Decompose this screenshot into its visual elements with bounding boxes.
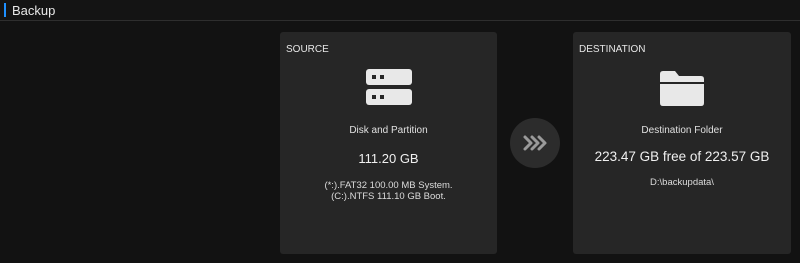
disk-drive-icon [365, 68, 413, 113]
folder-icon [658, 68, 706, 113]
destination-path: D:\backupdata\ [650, 177, 714, 188]
destination-size: 223.47 GB free of 223.57 GB [594, 149, 770, 164]
header-accent-bar [4, 3, 6, 17]
source-details: (*:).FAT32 100.00 MB System. (C:).NTFS 1… [280, 180, 497, 202]
backup-header: Backup [0, 0, 800, 21]
partition-line: (C:).NTFS 111.10 GB Boot. [331, 191, 446, 202]
source-size: 111.20 GB [358, 151, 419, 166]
next-arrow-button [510, 118, 560, 168]
partition-line: (*:).FAT32 100.00 MB System. [324, 180, 453, 191]
triple-chevron-right-icon [523, 135, 547, 151]
destination-card[interactable]: DESTINATION Destination Folder 223.47 GB… [573, 32, 791, 254]
source-card[interactable]: SOURCE Disk and Partition 111.20 GB (*:)… [280, 32, 497, 254]
source-label: SOURCE [286, 44, 329, 55]
destination-label: DESTINATION [579, 44, 646, 55]
destination-subtitle: Destination Folder [641, 125, 723, 136]
page-title: Backup [12, 3, 56, 18]
source-subtitle: Disk and Partition [349, 125, 428, 136]
